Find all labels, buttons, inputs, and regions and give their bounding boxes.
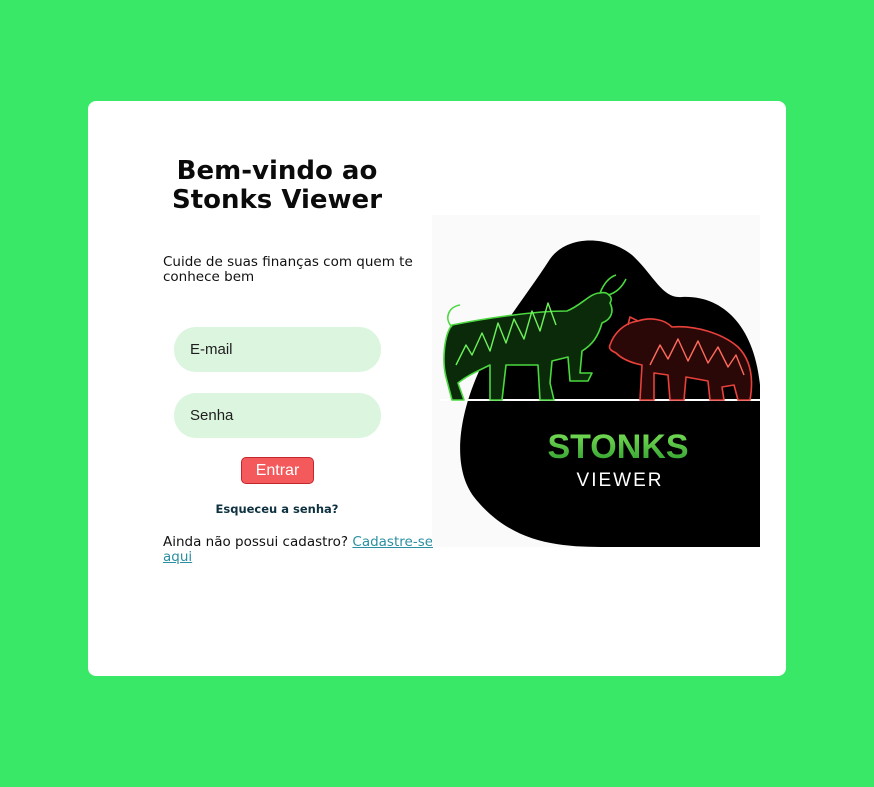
logo-word-2: VIEWER xyxy=(577,470,664,491)
forgot-password-link[interactable]: Esqueceu a senha? xyxy=(88,502,466,516)
password-field[interactable] xyxy=(174,393,381,438)
page-title: Bem-vindo ao Stonks Viewer xyxy=(88,157,466,215)
logo-word-1: STONKS xyxy=(547,428,688,466)
login-button[interactable]: Entrar xyxy=(241,457,314,484)
signup-prompt: Ainda não possui cadastro? Cadastre-se a… xyxy=(163,535,438,565)
title-line-1: Bem-vindo ao xyxy=(176,156,378,186)
subtitle: Cuide de suas finanças com quem te conhe… xyxy=(163,254,413,285)
email-field[interactable] xyxy=(174,327,381,372)
signup-text: Ainda não possui cadastro? xyxy=(163,534,353,550)
title-line-2: Stonks Viewer xyxy=(171,185,383,215)
stonks-viewer-logo: STONKS VIEWER xyxy=(432,215,760,547)
login-card: Bem-vindo ao Stonks Viewer Cuide de suas… xyxy=(88,101,786,676)
